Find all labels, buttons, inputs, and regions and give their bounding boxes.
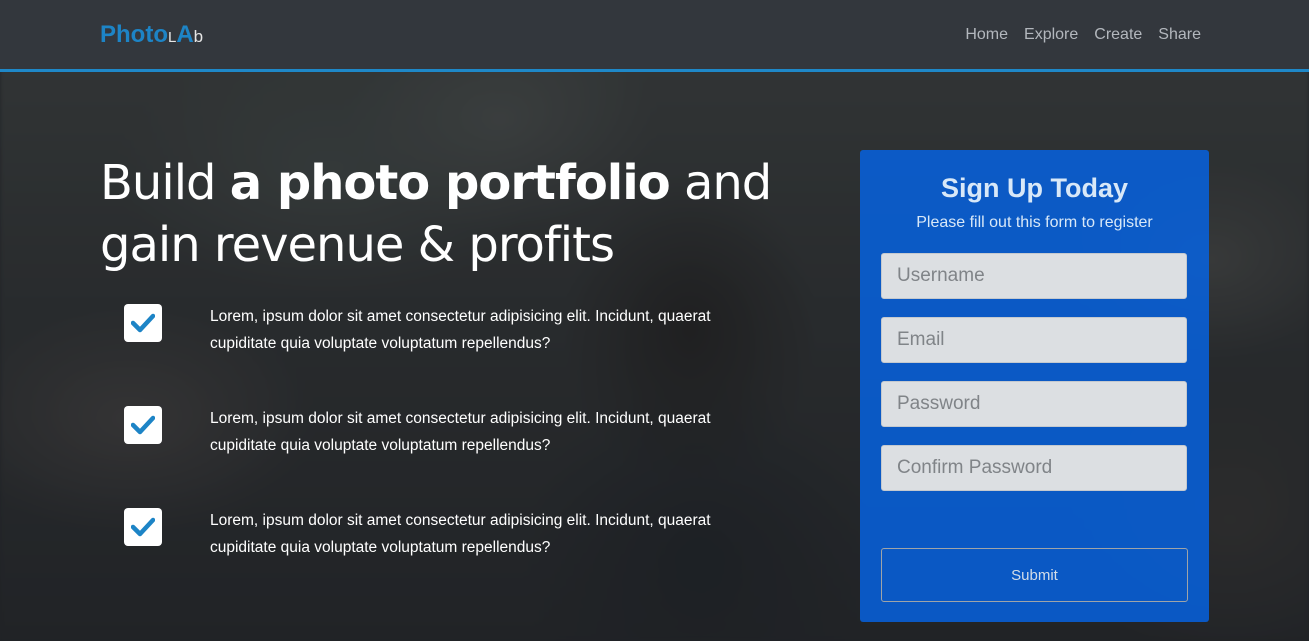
feature-item: Lorem, ipsum dolor sit amet consectetur … (124, 406, 784, 466)
check-icon (124, 508, 162, 546)
username-input[interactable] (881, 253, 1187, 299)
brand-part-a: A (176, 21, 194, 48)
feature-text: Lorem, ipsum dolor sit amet consectetur … (210, 410, 711, 454)
email-input[interactable] (881, 317, 1187, 363)
feature-text: Lorem, ipsum dolor sit amet consectetur … (210, 512, 711, 556)
navbar: PhotoLAb Home Explore Create Share (0, 0, 1309, 72)
hero-title-bold: a photo portfolio (229, 155, 671, 211)
brand-part-b: b (193, 27, 204, 46)
hero-title-pre: Build (100, 155, 230, 211)
check-icon (124, 406, 162, 444)
nav-links: Home Explore Create Share (965, 24, 1201, 46)
feature-item: Lorem, ipsum dolor sit amet consectetur … (124, 508, 784, 568)
confirm-password-input[interactable] (881, 445, 1187, 491)
signup-title: Sign Up Today (941, 173, 1128, 203)
landing-page: PhotoLAb Home Explore Create Share Build… (0, 0, 1309, 641)
brand-part-photo: Photo (100, 21, 168, 48)
nav-link-create[interactable]: Create (1094, 24, 1142, 46)
nav-link-home[interactable]: Home (965, 24, 1008, 46)
signup-subtitle: Please fill out this form to register (916, 214, 1153, 231)
brand-logo[interactable]: PhotoLAb (100, 20, 203, 53)
submit-button[interactable]: Submit (881, 548, 1188, 602)
check-icon (124, 304, 162, 342)
signup-form: Sign Up Today Please fill out this form … (860, 150, 1209, 622)
nav-link-explore[interactable]: Explore (1024, 24, 1078, 46)
password-input[interactable] (881, 381, 1187, 427)
hero-title: Build a photo portfolio and gain revenue… (100, 152, 820, 276)
nav-link-share[interactable]: Share (1158, 24, 1201, 46)
feature-text: Lorem, ipsum dolor sit amet consectetur … (210, 308, 711, 352)
feature-item: Lorem, ipsum dolor sit amet consectetur … (124, 304, 784, 364)
